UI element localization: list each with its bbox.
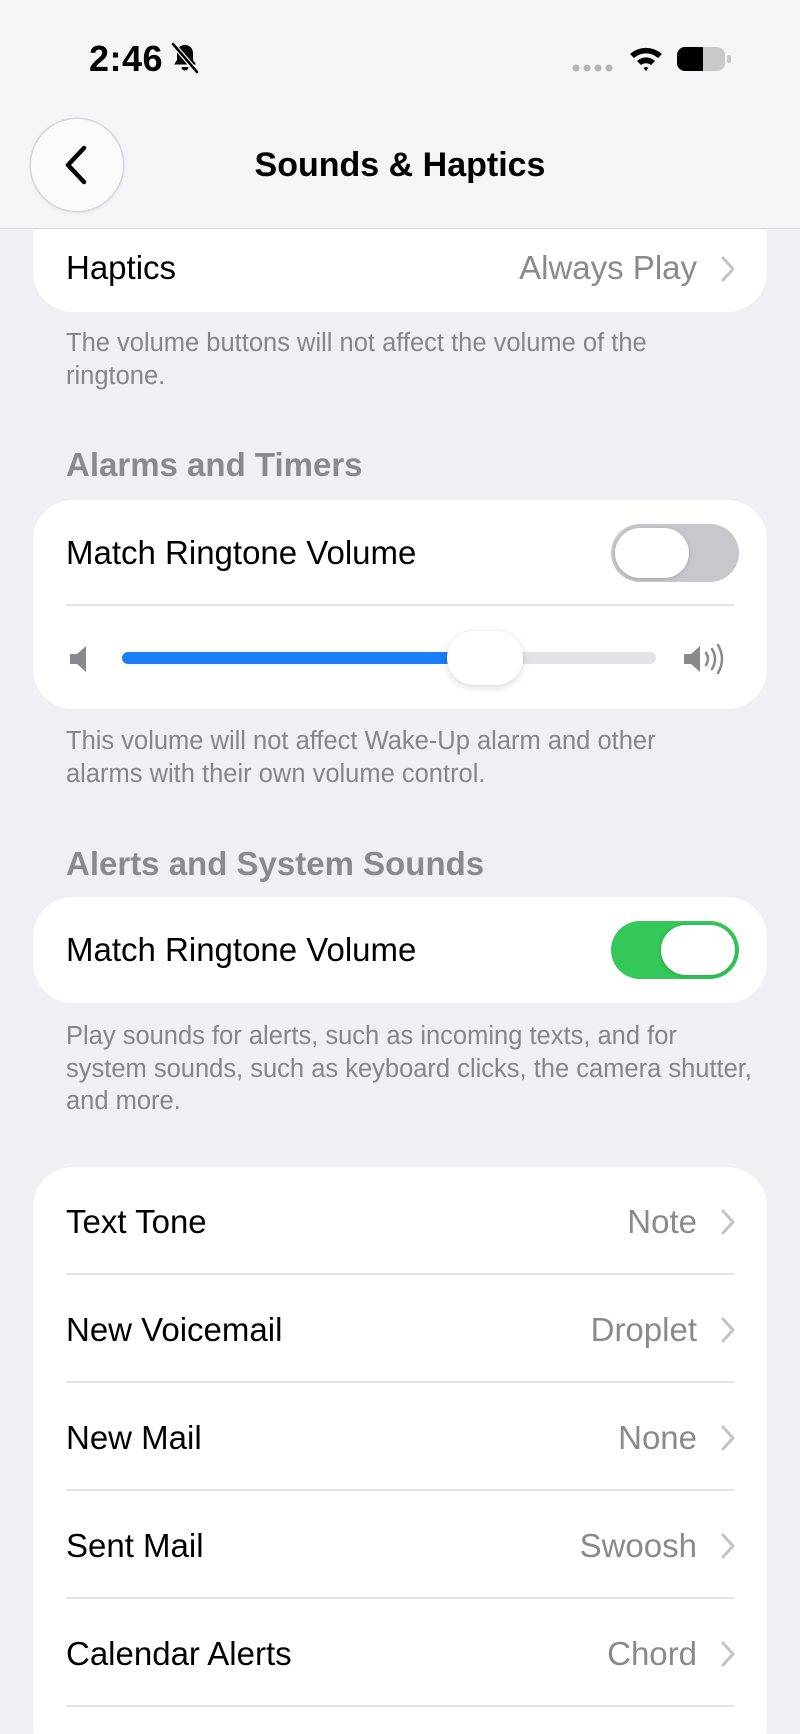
alerts-match-toggle[interactable] <box>611 921 739 979</box>
chevron-right-icon <box>721 1641 735 1667</box>
tone-label: Calendar Alerts <box>66 1635 292 1672</box>
list-item[interactable]: Text Tone Note <box>33 1167 767 1275</box>
alarms-match-label: Match Ringtone Volume <box>66 534 417 571</box>
section-title-alerts: Alerts and System Sounds <box>66 845 485 882</box>
alerts-card: Match Ringtone Volume <box>33 897 767 1003</box>
list-item[interactable]: New Mail None <box>33 1383 767 1491</box>
volume-high-icon <box>684 644 724 674</box>
alarm-volume-slider[interactable] <box>122 631 656 685</box>
page-title: Sounds & Haptics <box>254 146 546 184</box>
battery-icon <box>677 47 731 71</box>
divider <box>66 1705 734 1707</box>
volume-low-icon <box>70 646 86 672</box>
alarms-note: This volume will not affect Wake-Up alar… <box>66 727 656 788</box>
divider <box>66 604 734 606</box>
alarms-match-toggle[interactable] <box>611 524 739 582</box>
chevron-right-icon <box>721 1317 735 1343</box>
tone-label: New Mail <box>66 1419 202 1456</box>
ringer-note: The volume buttons will not affect the v… <box>66 329 647 390</box>
alarms-card: Match Ringtone Volume <box>33 500 767 709</box>
wifi-icon <box>630 47 662 71</box>
list-item[interactable]: New Voicemail Droplet <box>33 1275 767 1383</box>
toggle-knob <box>661 925 735 975</box>
alerts-note: Play sounds for alerts, such as incoming… <box>66 1022 752 1115</box>
chevron-right-icon <box>721 256 735 282</box>
haptics-label: Haptics <box>66 249 177 286</box>
cellular-dots-icon <box>572 64 613 72</box>
alerts-match-label: Match Ringtone Volume <box>66 931 417 968</box>
haptics-value: Always Play <box>519 249 697 286</box>
haptics-row[interactable]: Haptics Always Play <box>33 230 767 312</box>
list-item[interactable]: Sent Mail Swoosh <box>33 1491 767 1599</box>
list-item[interactable]: Calendar Alerts Chord <box>33 1599 767 1707</box>
chevron-right-icon <box>721 1209 735 1235</box>
tone-value: None <box>618 1419 697 1456</box>
tone-label: Sent Mail <box>66 1527 204 1564</box>
chevron-right-icon <box>721 1425 735 1451</box>
tone-label: Text Tone <box>66 1203 207 1240</box>
section-title-alarms: Alarms and Timers <box>66 446 363 483</box>
chevron-right-icon <box>721 1533 735 1559</box>
tone-value: Swoosh <box>579 1527 697 1564</box>
tone-value: Chord <box>607 1635 697 1672</box>
tone-label: New Voicemail <box>66 1311 283 1348</box>
toggle-knob <box>615 528 689 578</box>
tones-card: Text Tone Note New Voicemail Droplet New… <box>33 1167 767 1734</box>
navigation-header: 2:46 Sounds & Haptics <box>0 0 800 229</box>
bell-slash-icon <box>171 42 199 74</box>
tone-value: Note <box>627 1203 697 1240</box>
tone-value: Droplet <box>590 1311 697 1348</box>
status-time: 2:46 <box>89 38 164 79</box>
slider-fill <box>122 652 486 664</box>
slider-thumb[interactable] <box>447 631 524 685</box>
